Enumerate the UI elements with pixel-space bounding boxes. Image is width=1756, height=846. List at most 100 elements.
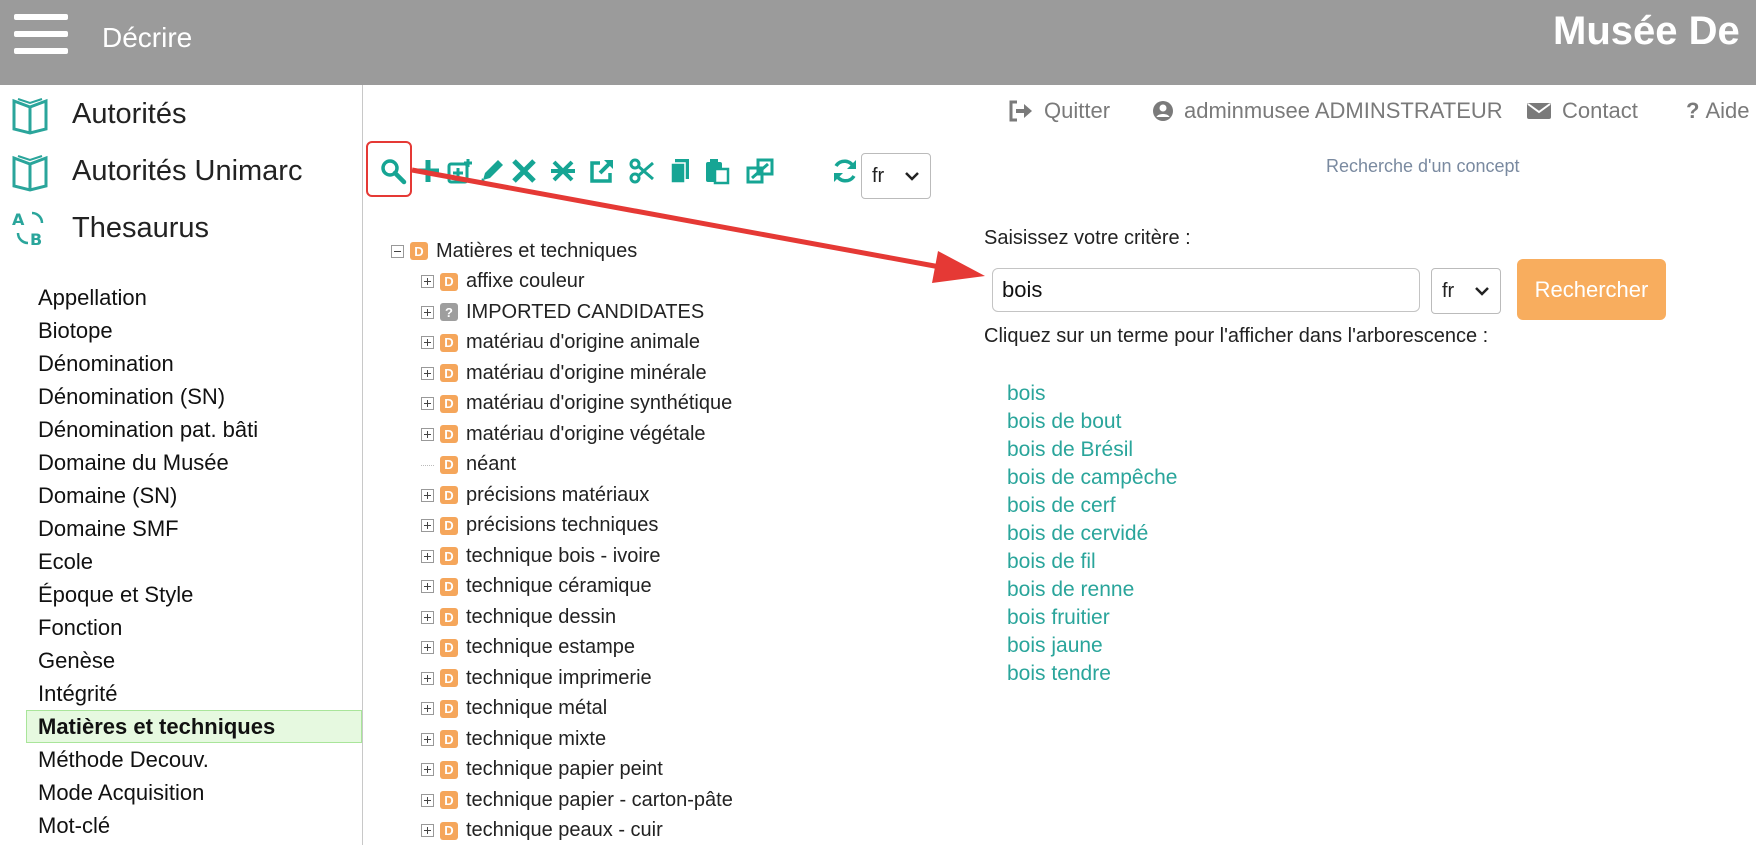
expand-icon[interactable]: [421, 489, 434, 502]
expand-icon[interactable]: [421, 824, 434, 837]
paste-button[interactable]: [701, 155, 733, 187]
tree-node-label[interactable]: matériau d'origine végétale: [466, 423, 706, 446]
tree-node-label[interactable]: technique céramique: [466, 575, 652, 598]
thesaurus-item[interactable]: Domaine (SN): [0, 479, 362, 512]
expand-icon[interactable]: [421, 641, 434, 654]
tree-node-label[interactable]: technique mixte: [466, 728, 606, 751]
sidebar-item-thesaurus[interactable]: A B Thesaurus: [10, 205, 209, 251]
edit-button[interactable]: [476, 155, 508, 187]
tree-node[interactable]: Dmatériau d'origine minérale: [384, 358, 944, 389]
tree-node[interactable]: Dtechnique métal: [384, 694, 944, 725]
tree-node-label[interactable]: technique papier peint: [466, 758, 663, 781]
external-link-button[interactable]: [586, 155, 618, 187]
expand-icon[interactable]: [421, 702, 434, 715]
tree-node[interactable]: Dtechnique dessin: [384, 602, 944, 633]
thesaurus-item[interactable]: Mode Acquisition: [0, 776, 362, 809]
expand-icon[interactable]: [421, 550, 434, 563]
collapse-icon[interactable]: [391, 245, 404, 258]
expand-icon[interactable]: [421, 580, 434, 593]
tree-node-label[interactable]: Matières et techniques: [436, 240, 637, 263]
copy-button[interactable]: [664, 155, 696, 187]
tree-node[interactable]: ?IMPORTED CANDIDATES: [384, 297, 944, 328]
thesaurus-item-active[interactable]: Matières et techniques: [26, 710, 362, 743]
rechercher-button[interactable]: Rechercher: [1517, 259, 1666, 320]
thesaurus-item[interactable]: Dénomination: [0, 347, 362, 380]
thesaurus-item[interactable]: Dénomination pat. bâti: [0, 413, 362, 446]
expand-icon[interactable]: [421, 336, 434, 349]
tree-node[interactable]: Dmatériau d'origine végétale: [384, 419, 944, 450]
tree-node[interactable]: Dtechnique bois - ivoire: [384, 541, 944, 572]
result-link[interactable]: bois jaune: [1007, 632, 1177, 660]
thesaurus-item[interactable]: Fonction: [0, 611, 362, 644]
tree-node-label[interactable]: technique bois - ivoire: [466, 545, 661, 568]
tree-node[interactable]: Daffixe couleur: [384, 267, 944, 298]
delete-button[interactable]: [508, 155, 540, 187]
hamburger-menu-icon[interactable]: [14, 14, 68, 54]
result-link[interactable]: bois de bout: [1007, 408, 1177, 436]
tree-node[interactable]: Dtechnique imprimerie: [384, 663, 944, 694]
tree-node[interactable]: Dmatériau d'origine synthétique: [384, 389, 944, 420]
expand-icon[interactable]: [421, 428, 434, 441]
expand-icon[interactable]: [421, 763, 434, 776]
expand-icon[interactable]: [421, 306, 434, 319]
sidebar-item-autorites-unimarc[interactable]: Autorités Unimarc: [10, 148, 302, 194]
thesaurus-item[interactable]: Intégrité: [0, 677, 362, 710]
result-link[interactable]: bois tendre: [1007, 660, 1177, 688]
add-child-button[interactable]: [444, 155, 476, 187]
result-link[interactable]: bois fruitier: [1007, 604, 1177, 632]
tree-node-label[interactable]: technique imprimerie: [466, 667, 652, 690]
thesaurus-item[interactable]: Biotope: [0, 314, 362, 347]
tree-node[interactable]: Dprécisions matériaux: [384, 480, 944, 511]
tree-node-label[interactable]: matériau d'origine minérale: [466, 362, 707, 385]
thesaurus-item[interactable]: Genèse: [0, 644, 362, 677]
add-button[interactable]: [412, 155, 444, 187]
result-link[interactable]: bois de renne: [1007, 576, 1177, 604]
search-button[interactable]: [377, 155, 409, 187]
expand-icon[interactable]: [421, 397, 434, 410]
result-link[interactable]: bois: [1007, 380, 1177, 408]
result-link[interactable]: bois de Brésil: [1007, 436, 1177, 464]
tree-node-label[interactable]: technique métal: [466, 697, 607, 720]
expand-icon[interactable]: [421, 672, 434, 685]
tree-node-label[interactable]: néant: [466, 453, 516, 476]
quit-link[interactable]: Quitter: [1008, 98, 1110, 124]
tree-language-select[interactable]: fr: [861, 153, 931, 199]
tree-node[interactable]: Dtechnique céramique: [384, 572, 944, 603]
tree-node-label[interactable]: affixe couleur: [466, 270, 585, 293]
tree-node[interactable]: Dtechnique peaux - cuir: [384, 816, 944, 846]
tree-node[interactable]: Dprécisions techniques: [384, 511, 944, 542]
result-link[interactable]: bois de cervidé: [1007, 520, 1177, 548]
expand-icon[interactable]: [421, 611, 434, 624]
expand-icon[interactable]: [421, 519, 434, 532]
expand-icon[interactable]: [421, 794, 434, 807]
help-link[interactable]: ? Aide: [1686, 98, 1750, 124]
tree-node-label[interactable]: matériau d'origine synthétique: [466, 392, 732, 415]
thesaurus-item[interactable]: Appellation: [0, 281, 362, 314]
contact-link[interactable]: Contact: [1526, 98, 1638, 124]
user-link[interactable]: adminmusee ADMINSTRATEUR: [1152, 98, 1503, 124]
cut-button[interactable]: [626, 155, 658, 187]
expand-icon[interactable]: [421, 733, 434, 746]
thesaurus-item[interactable]: Méthode Decouv.: [0, 743, 362, 776]
tree-node-label[interactable]: précisions matériaux: [466, 484, 649, 507]
result-link[interactable]: bois de cerf: [1007, 492, 1177, 520]
tree-node-label[interactable]: précisions techniques: [466, 514, 658, 537]
thesaurus-item[interactable]: Ecole: [0, 545, 362, 578]
search-input[interactable]: [992, 268, 1420, 312]
merge-button[interactable]: [744, 155, 776, 187]
tree-node[interactable]: Dtechnique mixte: [384, 724, 944, 755]
sidebar-item-autorites[interactable]: Autorités: [10, 91, 186, 137]
tree-node-label[interactable]: matériau d'origine animale: [466, 331, 700, 354]
delete-all-button[interactable]: [547, 155, 579, 187]
tree-node-label[interactable]: technique estampe: [466, 636, 635, 659]
tree-node-label[interactable]: technique peaux - cuir: [466, 819, 663, 842]
tree-node[interactable]: Dtechnique estampe: [384, 633, 944, 664]
result-link[interactable]: bois de fil: [1007, 548, 1177, 576]
tree-node[interactable]: Dmatériau d'origine animale: [384, 328, 944, 359]
expand-icon[interactable]: [421, 367, 434, 380]
tree-node[interactable]: Dnéant: [384, 450, 944, 481]
expand-icon[interactable]: [421, 275, 434, 288]
refresh-button[interactable]: [829, 155, 861, 187]
result-link[interactable]: bois de campêche: [1007, 464, 1177, 492]
thesaurus-item[interactable]: Époque et Style: [0, 578, 362, 611]
